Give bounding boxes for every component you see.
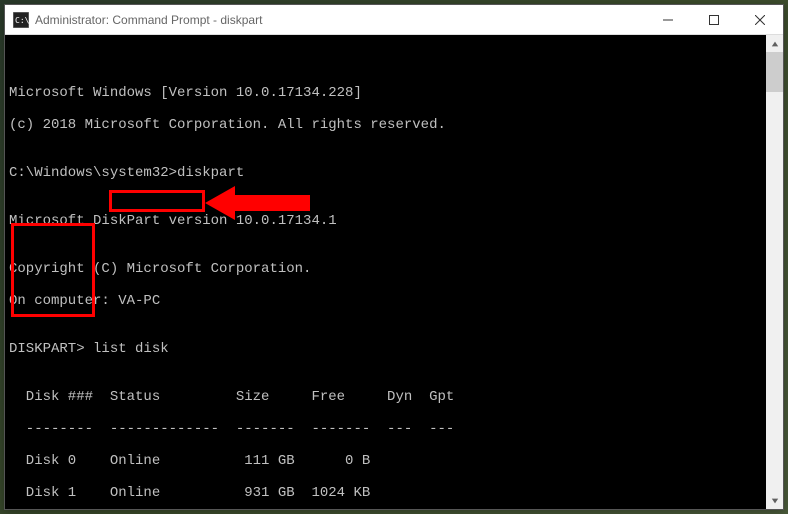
scroll-down-button[interactable] <box>766 492 783 509</box>
window-title: Administrator: Command Prompt - diskpart <box>35 13 645 27</box>
typed-command: diskpart <box>177 165 244 181</box>
terminal-output: Microsoft Windows [Version 10.0.17134.22… <box>9 69 779 509</box>
typed-command: list disk <box>85 341 169 357</box>
terminal-area[interactable]: Microsoft Windows [Version 10.0.17134.22… <box>5 35 783 509</box>
svg-text:C:\: C:\ <box>15 16 29 25</box>
prompt-line: C:\Windows\system32>diskpart <box>9 165 779 181</box>
command-prompt-window: C:\ Administrator: Command Prompt - disk… <box>4 4 784 510</box>
table-divider: -------- ------------- ------- ------- -… <box>9 421 779 437</box>
cmd-icon: C:\ <box>13 12 29 28</box>
window-controls <box>645 5 783 34</box>
close-button[interactable] <box>737 5 783 34</box>
output-line: (c) 2018 Microsoft Corporation. All righ… <box>9 117 779 133</box>
output-line: On computer: VA-PC <box>9 293 779 309</box>
scroll-up-button[interactable] <box>766 35 783 52</box>
prompt-path: C:\Windows\system32> <box>9 165 177 181</box>
output-line: Microsoft DiskPart version 10.0.17134.1 <box>9 213 779 229</box>
minimize-button[interactable] <box>645 5 691 34</box>
output-line: Microsoft Windows [Version 10.0.17134.22… <box>9 85 779 101</box>
table-header: Disk ### Status Size Free Dyn Gpt <box>9 389 779 405</box>
table-row: Disk 1 Online 931 GB 1024 KB <box>9 485 779 501</box>
maximize-button[interactable] <box>691 5 737 34</box>
scroll-thumb[interactable] <box>766 52 783 92</box>
output-line: Copyright (C) Microsoft Corporation. <box>9 261 779 277</box>
prompt-line: DISKPART> list disk <box>9 341 779 357</box>
titlebar[interactable]: C:\ Administrator: Command Prompt - disk… <box>5 5 783 35</box>
vertical-scrollbar[interactable] <box>766 35 783 509</box>
diskpart-prompt: DISKPART> <box>9 341 85 357</box>
table-row: Disk 0 Online 111 GB 0 B <box>9 453 779 469</box>
